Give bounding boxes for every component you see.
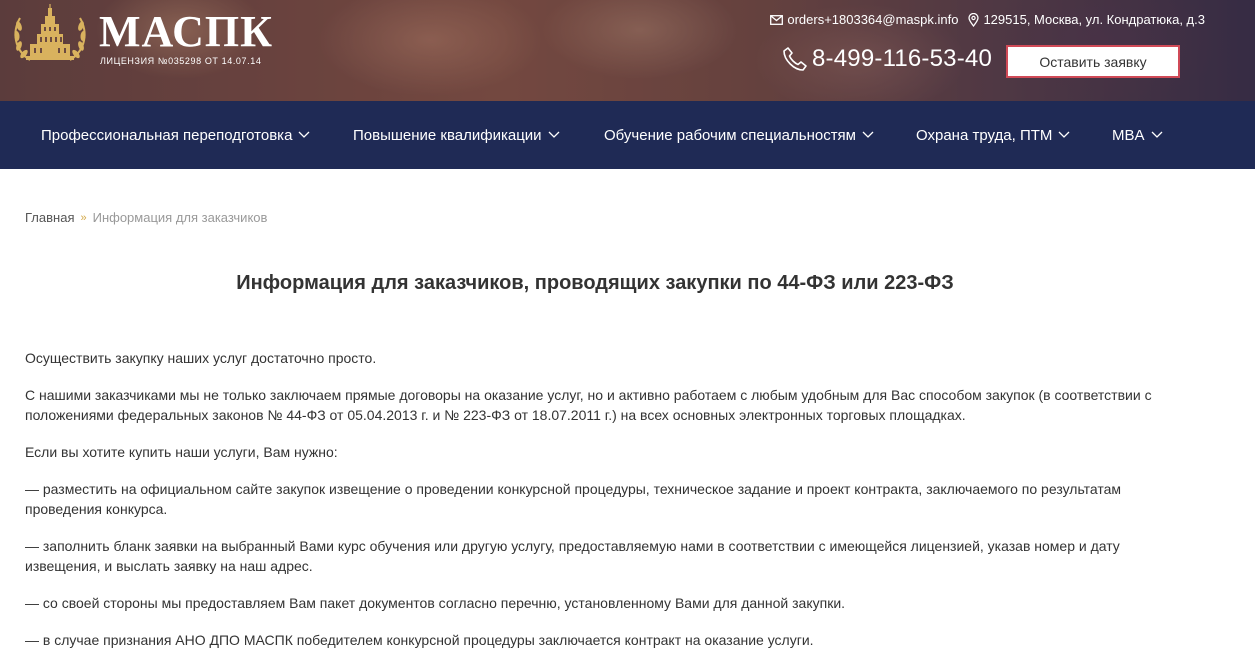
- nav-item-mba[interactable]: MBA: [1112, 101, 1163, 169]
- nav-item-label: Повышение квалификации: [353, 126, 542, 144]
- location-pin-icon: [968, 12, 980, 27]
- breadcrumb: Главная » Информация для заказчиков: [25, 210, 267, 225]
- nav-item-worker-training[interactable]: Обучение рабочим специальностям: [604, 101, 874, 169]
- breadcrumb-separator: »: [80, 211, 87, 224]
- chevron-down-icon: [1058, 131, 1070, 138]
- content-paragraph: Если вы хотите купить наши услуги, Вам н…: [25, 444, 338, 460]
- nav-item-label: Профессиональная переподготовка: [41, 126, 293, 144]
- nav-item-retraining[interactable]: Профессиональная переподготовка: [41, 101, 310, 169]
- chevron-down-icon: [298, 131, 310, 138]
- content-list-item: — со своей стороны мы предоставляем Вам …: [25, 595, 846, 611]
- chevron-down-icon: [1151, 131, 1162, 138]
- content-list-item: — заполнить бланк заявки на выбранный Ва…: [25, 538, 1120, 574]
- email-text: orders+1803364@maspk.info: [787, 12, 959, 27]
- email-contact[interactable]: orders+1803364@maspk.info: [770, 12, 958, 27]
- page-content: Осуществить закупку наших услуг достаточ…: [25, 348, 1155, 667]
- page-title: Информация для заказчиков, проводящих за…: [236, 272, 954, 294]
- content-paragraph: С нашими заказчиками мы не только заключ…: [25, 387, 1152, 423]
- content-paragraph: Осуществить закупку наших услуг достаточ…: [25, 350, 377, 366]
- content-list-item: — разместить на официальном сайте закупо…: [25, 481, 1122, 517]
- nav-item-label: Обучение рабочим специальностям: [604, 126, 856, 144]
- nav-item-label: Охрана труда, ПТМ: [916, 126, 1053, 144]
- address-text: 129515, Москва, ул. Кондратюка, д.3: [983, 12, 1205, 27]
- logo-emblem: [14, 4, 86, 61]
- breadcrumb-current: Информация для заказчиков: [92, 210, 268, 225]
- nav-item-labor-safety[interactable]: Охрана труда, ПТМ: [916, 101, 1070, 169]
- chevron-down-icon: [862, 131, 874, 138]
- nav-item-qualification[interactable]: Повышение квалификации: [353, 101, 560, 169]
- header-contacts: orders+1803364@maspk.info 129515, Москва…: [770, 12, 1205, 27]
- phone-number: 8-499-116-53-40: [812, 45, 993, 72]
- breadcrumb-home-link[interactable]: Главная: [25, 210, 74, 225]
- address-contact: 129515, Москва, ул. Кондратюка, д.3: [968, 12, 1205, 27]
- chevron-down-icon: [548, 131, 560, 138]
- logo-title: МАСПК: [99, 7, 274, 56]
- request-button[interactable]: Оставить заявку: [1006, 45, 1180, 78]
- site-header: МАСПК ЛИЦЕНЗИЯ №035298 ОТ 14.07.14 order…: [0, 0, 1255, 101]
- content-list-item: — в случае признания АНО ДПО МАСПК побед…: [25, 632, 814, 648]
- nav-item-label: MBA: [1112, 126, 1145, 144]
- main-nav: Профессиональная переподготовка Повышени…: [0, 101, 1255, 169]
- phone-contact[interactable]: 8-499-116-53-40: [782, 45, 992, 73]
- phone-icon: [783, 47, 807, 71]
- mail-icon: [770, 14, 784, 25]
- logo-license: ЛИЦЕНЗИЯ №035298 ОТ 14.07.14: [100, 56, 262, 66]
